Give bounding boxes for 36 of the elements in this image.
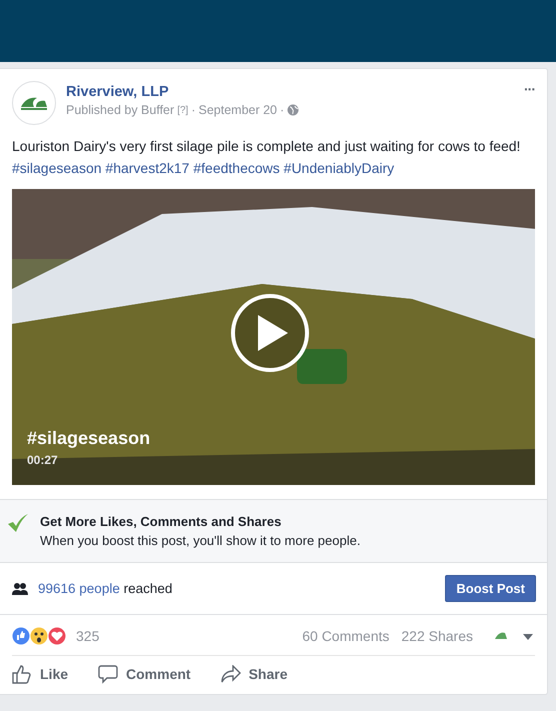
boost-tip-title: Get More Likes, Comments and Shares	[40, 514, 282, 529]
reaction-count[interactable]: 325	[76, 628, 100, 644]
separator: ·	[191, 103, 196, 117]
separator: ·	[280, 103, 284, 117]
comment-button[interactable]: Comment	[98, 664, 191, 684]
hashtag-link[interactable]: #UndeniablyDairy	[284, 160, 394, 176]
video-caption: #silageseason	[27, 428, 150, 449]
globe-icon	[287, 104, 300, 116]
hashtag-link[interactable]: #feedthecows	[193, 160, 280, 176]
post-text: Louriston Dairy's very first silage pile is complete and just waiting for cows to feed! #silageseason #harvest2k17 #feedthecows #UndeniablyDairy	[12, 137, 522, 178]
speech-bubble-icon	[98, 664, 118, 684]
more-options-button[interactable]: ···	[524, 81, 535, 97]
share-arrow-icon	[220, 665, 241, 683]
reach-text: 99616 people reached	[38, 581, 174, 596]
page-avatar[interactable]	[12, 81, 56, 125]
share-button[interactable]: Share	[220, 664, 288, 684]
help-mark[interactable]: [?]	[177, 104, 188, 116]
play-icon	[258, 315, 288, 351]
boost-post-button[interactable]: Boost Post	[445, 575, 536, 602]
people-icon	[12, 582, 28, 594]
people-reached-link[interactable]: 99616 people	[38, 581, 120, 596]
page-selector-icon[interactable]	[495, 630, 535, 642]
hashtag-link[interactable]: #silageseason	[12, 160, 102, 176]
video-player[interactable]: #silageseason 00:27	[12, 189, 535, 485]
video-duration: 00:27	[27, 453, 58, 467]
page-name[interactable]: Riverview, LLP	[66, 84, 514, 100]
logo-icon	[19, 95, 49, 111]
checkmark-icon	[8, 514, 28, 532]
hashtag-link[interactable]: #harvest2k17	[105, 160, 190, 176]
post-date[interactable]: September 20	[198, 103, 278, 117]
thumbs-up-icon	[12, 664, 32, 684]
like-button[interactable]: Like	[12, 664, 68, 684]
comments-count-link[interactable]: 60 Comments	[302, 628, 390, 644]
shares-count-link[interactable]: 222 Shares	[401, 628, 473, 644]
publisher-text: Published by Buffer	[66, 103, 174, 117]
boost-tip-text: When you boost this post, you'll show it to more people.	[40, 533, 360, 548]
